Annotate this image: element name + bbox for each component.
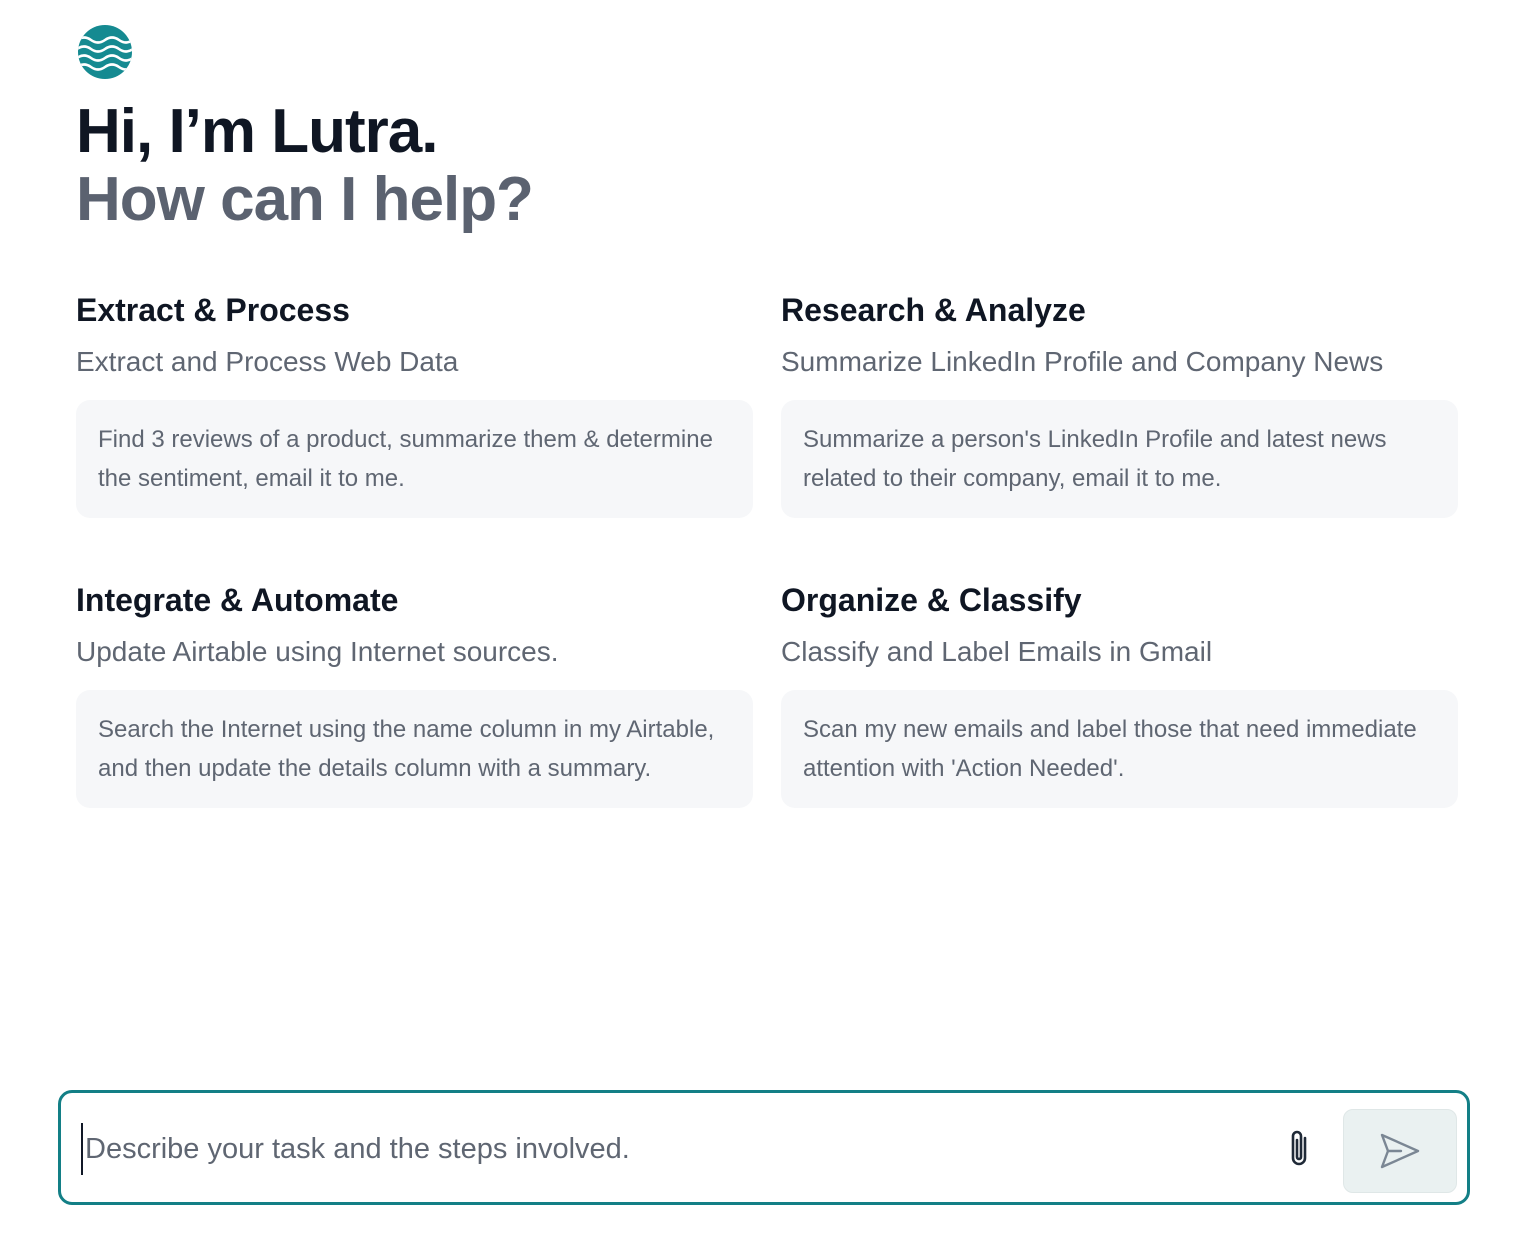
task-composer: [58, 1090, 1470, 1205]
card-title: Organize & Classify: [781, 582, 1082, 618]
example-prompt-button[interactable]: Find 3 reviews of a product, summarize t…: [76, 400, 753, 518]
suggestion-card-research-analyze: Research & Analyze Summarize LinkedIn Pr…: [781, 290, 1458, 518]
suggestion-card-organize-classify: Organize & Classify Classify and Label E…: [781, 580, 1458, 808]
card-title: Research & Analyze: [781, 292, 1086, 328]
example-prompt-button[interactable]: Search the Internet using the name colum…: [76, 690, 753, 808]
card-subtitle: Update Airtable using Internet sources.: [76, 636, 559, 667]
greeting-heading: Hi, I’m Lutra. How can I help?: [76, 97, 534, 234]
suggestion-grid: Extract & Process Extract and Process We…: [76, 290, 1458, 808]
task-input[interactable]: [81, 1123, 1247, 1175]
lutra-logo: [77, 24, 133, 80]
paperclip-icon: [1291, 1130, 1307, 1166]
attach-button[interactable]: [1279, 1125, 1319, 1173]
card-subtitle: Extract and Process Web Data: [76, 346, 459, 377]
example-prompt-button[interactable]: Scan my new emails and label those that …: [781, 690, 1458, 808]
example-prompt-button[interactable]: Summarize a person's LinkedIn Profile an…: [781, 400, 1458, 518]
card-subtitle: Summarize LinkedIn Profile and Company N…: [781, 346, 1384, 377]
card-title: Extract & Process: [76, 292, 350, 328]
greeting-line-2: How can I help?: [76, 165, 534, 234]
send-button[interactable]: [1343, 1109, 1457, 1193]
send-icon: [1380, 1133, 1420, 1169]
lutra-wave-logo-icon: [78, 25, 132, 79]
suggestion-card-extract-process: Extract & Process Extract and Process We…: [76, 290, 753, 518]
card-title: Integrate & Automate: [76, 582, 399, 618]
card-subtitle: Classify and Label Emails in Gmail: [781, 636, 1213, 667]
greeting-line-1: Hi, I’m Lutra.: [76, 97, 438, 166]
suggestion-card-integrate-automate: Integrate & Automate Update Airtable usi…: [76, 580, 753, 808]
